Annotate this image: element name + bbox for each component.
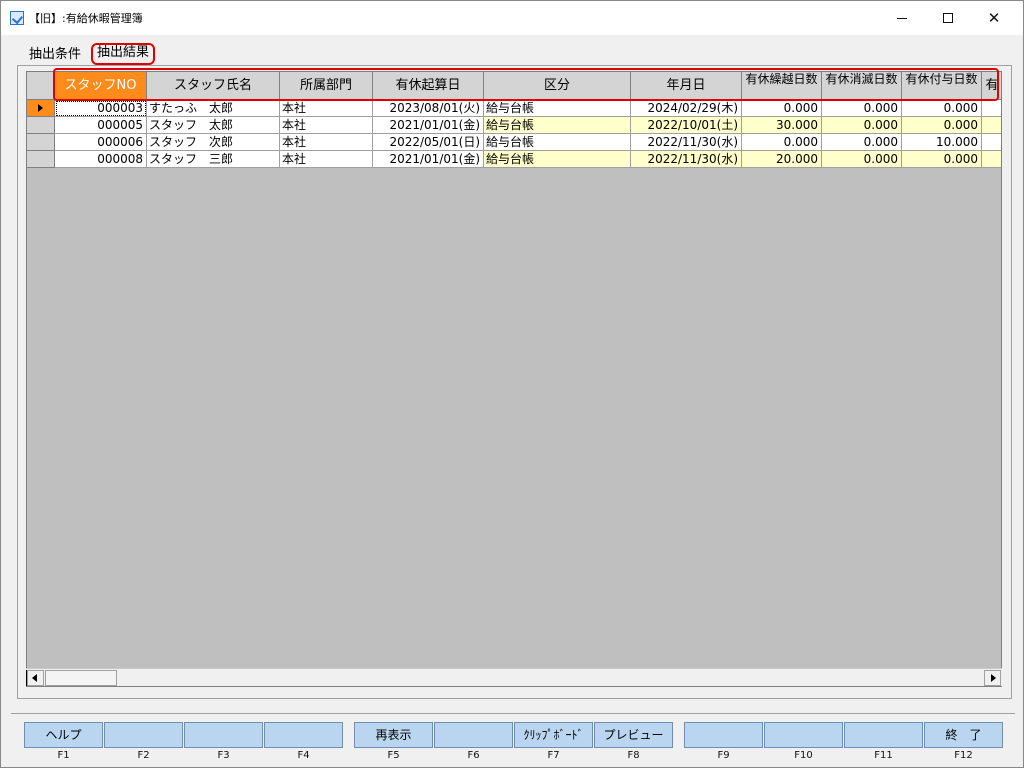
- cell-department[interactable]: 本社: [280, 151, 373, 168]
- cell-more[interactable]: [982, 151, 1001, 168]
- results-grid[interactable]: スタッフNO スタッフ氏名 所属部門 有休起算日 区分 年月日 有休繰越日数 有休消滅日数 有休…: [26, 71, 1002, 687]
- cell-year-month-day[interactable]: 2022/11/30(水): [631, 134, 742, 151]
- scroll-right-icon[interactable]: [984, 670, 1001, 686]
- maximize-icon: [943, 13, 953, 23]
- fkey-f5-label: F5: [387, 750, 400, 761]
- fkey-f1-label: F1: [57, 750, 70, 761]
- cell-start-date[interactable]: 2021/01/01(金): [373, 117, 484, 134]
- column-header-start-date[interactable]: 有休起算日: [373, 72, 484, 100]
- cell-expired-days[interactable]: 0.000: [822, 100, 902, 117]
- scrollbar-thumb[interactable]: [45, 670, 117, 686]
- close-icon: ✕: [987, 9, 1001, 27]
- close-button[interactable]: ✕: [971, 1, 1017, 35]
- column-header-department[interactable]: 所属部門: [280, 72, 373, 100]
- cell-expired-days[interactable]: 0.000: [822, 117, 902, 134]
- fkey-f4-label: F4: [297, 750, 310, 761]
- row-header[interactable]: [27, 100, 55, 117]
- cell-granted-days[interactable]: 0.000: [902, 100, 982, 117]
- cell-start-date[interactable]: 2022/05/01(日): [373, 134, 484, 151]
- cell-carryover-days[interactable]: 0.000: [742, 134, 822, 151]
- minimize-icon: [897, 17, 907, 19]
- column-header-expired-days[interactable]: 有休消滅日数: [822, 72, 902, 100]
- fkey-f8-button[interactable]: プレビュー: [594, 722, 673, 748]
- cell-category[interactable]: 給与台帳: [484, 151, 631, 168]
- fkey-f7-button[interactable]: ｸﾘｯﾌﾟﾎﾞｰﾄﾞ: [514, 722, 593, 748]
- cell-category[interactable]: 給与台帳: [484, 134, 631, 151]
- cell-department[interactable]: 本社: [280, 117, 373, 134]
- cell-category[interactable]: 給与台帳: [484, 100, 631, 117]
- cell-start-date[interactable]: 2023/08/01(火): [373, 100, 484, 117]
- fkey-f4-button[interactable]: [264, 722, 343, 748]
- fkey-f11-label: F11: [874, 750, 893, 761]
- horizontal-scrollbar[interactable]: [26, 668, 1002, 686]
- maximize-button[interactable]: [925, 1, 971, 35]
- fkey-f6-label: F6: [467, 750, 480, 761]
- fkey-f9-button[interactable]: [684, 722, 763, 748]
- row-header[interactable]: [27, 134, 55, 151]
- cell-granted-days[interactable]: 10.000: [902, 134, 982, 151]
- cell-more[interactable]: [982, 117, 1001, 134]
- fkey-f5-button[interactable]: 再表示: [354, 722, 433, 748]
- cell-year-month-day[interactable]: 2022/11/30(水): [631, 151, 742, 168]
- cell-granted-days[interactable]: 0.000: [902, 117, 982, 134]
- row-header[interactable]: [27, 117, 55, 134]
- cell-expired-days[interactable]: 0.000: [822, 151, 902, 168]
- fkey-f2-label: F2: [137, 750, 150, 761]
- fkey-f8-label: F8: [627, 750, 640, 761]
- column-header-staff-no[interactable]: スタッフNO: [55, 72, 147, 100]
- cell-staff-name[interactable]: すたっふ 太郎: [147, 100, 280, 117]
- column-header-more[interactable]: 有: [982, 72, 1001, 100]
- minimize-button[interactable]: [879, 1, 925, 35]
- cell-more[interactable]: [982, 100, 1001, 117]
- title-bar: 【旧】:有給休暇管理簿 ✕: [1, 1, 1023, 35]
- cell-start-date[interactable]: 2021/01/01(金): [373, 151, 484, 168]
- tab-extraction-conditions[interactable]: 抽出条件: [25, 45, 85, 65]
- column-header-year-month-day[interactable]: 年月日: [631, 72, 742, 100]
- app-icon: [10, 11, 24, 25]
- cell-staff-no[interactable]: 000005: [55, 117, 147, 134]
- cell-department[interactable]: 本社: [280, 134, 373, 151]
- column-header-granted-days[interactable]: 有休付与日数: [902, 72, 982, 100]
- cell-year-month-day[interactable]: 2022/10/01(土): [631, 117, 742, 134]
- window-title: 【旧】:有給休暇管理簿: [29, 12, 143, 25]
- column-header-category[interactable]: 区分: [484, 72, 631, 100]
- fkey-f11-button[interactable]: [844, 722, 923, 748]
- cell-more[interactable]: [982, 134, 1001, 151]
- fkey-f12-button[interactable]: 終 了: [924, 722, 1003, 748]
- fkey-f2-button[interactable]: [104, 722, 183, 748]
- cell-category[interactable]: 給与台帳: [484, 117, 631, 134]
- grid-corner-header[interactable]: [27, 72, 55, 100]
- cell-staff-no[interactable]: 000006: [55, 134, 147, 151]
- cell-staff-name[interactable]: スタッフ 太郎: [147, 117, 280, 134]
- cell-year-month-day[interactable]: 2024/02/29(木): [631, 100, 742, 117]
- cell-department[interactable]: 本社: [280, 100, 373, 117]
- fkey-f6-button[interactable]: [434, 722, 513, 748]
- column-header-carryover-days[interactable]: 有休繰越日数: [742, 72, 822, 100]
- row-header[interactable]: [27, 151, 55, 168]
- current-row-arrow-icon: [38, 104, 43, 112]
- cell-carryover-days[interactable]: 20.000: [742, 151, 822, 168]
- cell-granted-days[interactable]: 0.000: [902, 151, 982, 168]
- scroll-left-icon[interactable]: [27, 670, 44, 686]
- cell-staff-name[interactable]: スタッフ 次郎: [147, 134, 280, 151]
- fkey-f3-label: F3: [217, 750, 230, 761]
- cell-carryover-days[interactable]: 0.000: [742, 100, 822, 117]
- fkey-f9-label: F9: [717, 750, 730, 761]
- function-key-bar: ヘルプ F1 F2 F3 F4 再表示 F5 F6 ｸﾘｯﾌﾟﾎﾞｰﾄﾞ F7 プレビュー F8 F9 F…: [11, 713, 1015, 763]
- tab-extraction-results[interactable]: 抽出結果: [91, 43, 156, 65]
- fkey-f10-label: F10: [794, 750, 813, 761]
- column-header-staff-name[interactable]: スタッフ氏名: [147, 72, 280, 100]
- cell-expired-days[interactable]: 0.000: [822, 134, 902, 151]
- fkey-f10-button[interactable]: [764, 722, 843, 748]
- app-window: 【旧】:有給休暇管理簿 ✕ 抽出条件 抽出結果 スタッフNO スタッフ氏名 所属部門…: [0, 0, 1024, 768]
- fkey-f3-button[interactable]: [184, 722, 263, 748]
- cell-staff-no[interactable]: 000003: [55, 100, 147, 117]
- fkey-f7-label: F7: [547, 750, 560, 761]
- fkey-f1-button[interactable]: ヘルプ: [24, 722, 103, 748]
- cell-staff-name[interactable]: スタッフ 三郎: [147, 151, 280, 168]
- cell-staff-no[interactable]: 000008: [55, 151, 147, 168]
- cell-carryover-days[interactable]: 30.000: [742, 117, 822, 134]
- fkey-f12-label: F12: [954, 750, 973, 761]
